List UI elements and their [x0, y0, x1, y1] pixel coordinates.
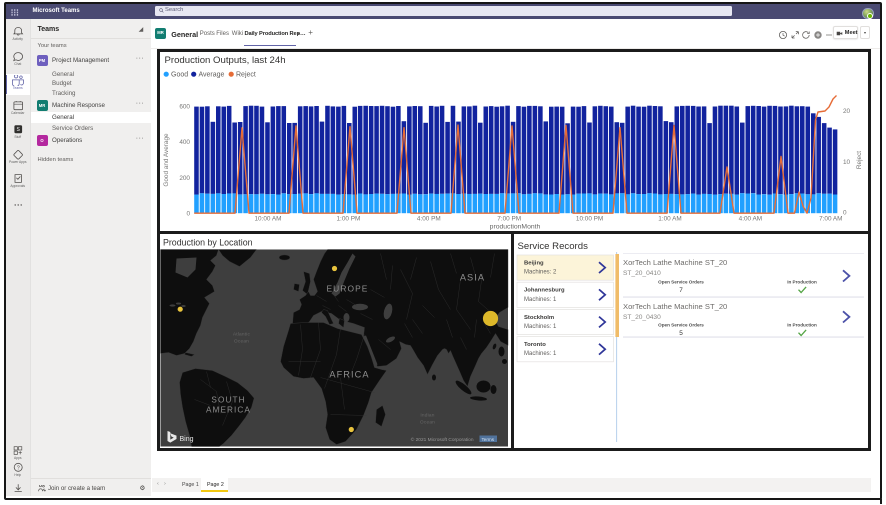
svg-text:Machines: 2: Machines: 2: [524, 270, 557, 276]
svg-text:SOUTH: SOUTH: [211, 396, 245, 405]
svg-text:Toronto: Toronto: [524, 342, 546, 348]
svg-text:10:00 PM: 10:00 PM: [576, 216, 603, 223]
svg-text:Beijing: Beijing: [524, 261, 544, 267]
svg-text:Atlantic: Atlantic: [233, 332, 251, 338]
svg-text:0: 0: [186, 210, 190, 217]
svg-text:Ocean: Ocean: [420, 420, 435, 426]
svg-text:7:00 AM: 7:00 AM: [819, 216, 842, 223]
svg-text:1:00 PM: 1:00 PM: [336, 216, 360, 223]
svg-text:Good and Average: Good and Average: [163, 133, 170, 187]
svg-text:AFRICA: AFRICA: [329, 370, 369, 380]
svg-text:7:00 PM: 7:00 PM: [497, 216, 521, 223]
svg-text:Johannesburg: Johannesburg: [524, 288, 565, 294]
svg-text:ASIA: ASIA: [460, 273, 485, 283]
svg-text:1:00 AM: 1:00 AM: [658, 216, 681, 223]
svg-text:© 2021 Microsoft Corporation: © 2021 Microsoft Corporation: [411, 436, 474, 443]
svg-text:10: 10: [843, 159, 851, 166]
svg-text:Terms: Terms: [482, 437, 495, 442]
svg-text:400: 400: [179, 139, 190, 146]
svg-text:Reject: Reject: [236, 72, 256, 79]
svg-text:Open Service Orders: Open Service Orders: [658, 280, 704, 285]
svg-text:Indian: Indian: [420, 413, 434, 419]
svg-text:XorTech Lathe Machine ST_20: XorTech Lathe Machine ST_20: [623, 302, 727, 311]
svg-text:4:00 AM: 4:00 AM: [739, 216, 762, 223]
svg-text:Open Service Orders: Open Service Orders: [658, 323, 704, 328]
svg-text:20: 20: [843, 108, 851, 115]
svg-text:600: 600: [179, 103, 190, 110]
svg-text:Production Outputs, last 24h: Production Outputs, last 24h: [165, 55, 286, 66]
svg-text:5: 5: [679, 330, 683, 337]
svg-text:EUROPE: EUROPE: [327, 284, 369, 294]
svg-text:Service Records: Service Records: [518, 241, 589, 252]
svg-text:XorTech Lathe Machine ST_20: XorTech Lathe Machine ST_20: [623, 258, 727, 267]
svg-text:10:00 AM: 10:00 AM: [254, 216, 281, 223]
svg-text:Good: Good: [171, 72, 188, 79]
svg-text:AMERICA: AMERICA: [206, 406, 251, 415]
svg-text:Bing: Bing: [180, 436, 194, 443]
svg-text:ST_20_0430: ST_20_0430: [623, 314, 661, 321]
svg-text:Machines: 1: Machines: 1: [524, 324, 557, 330]
svg-text:0: 0: [843, 210, 847, 217]
svg-text:Machines: 1: Machines: 1: [524, 351, 557, 357]
svg-text:Ocean: Ocean: [234, 339, 249, 345]
svg-text:7: 7: [679, 287, 683, 294]
svg-text:Stockholm: Stockholm: [524, 315, 554, 321]
svg-text:Average: Average: [199, 72, 225, 79]
svg-text:Reject: Reject: [856, 151, 863, 169]
svg-text:Machines: 1: Machines: 1: [524, 297, 557, 303]
svg-text:200: 200: [179, 175, 190, 182]
svg-text:Production by Location: Production by Location: [163, 238, 253, 248]
svg-text:productionMonth: productionMonth: [490, 224, 541, 231]
svg-text:In Production: In Production: [787, 280, 817, 285]
svg-text:In Production: In Production: [787, 323, 817, 328]
svg-text:4:00 PM: 4:00 PM: [417, 216, 441, 223]
svg-text:ST_20_0410: ST_20_0410: [623, 270, 661, 277]
